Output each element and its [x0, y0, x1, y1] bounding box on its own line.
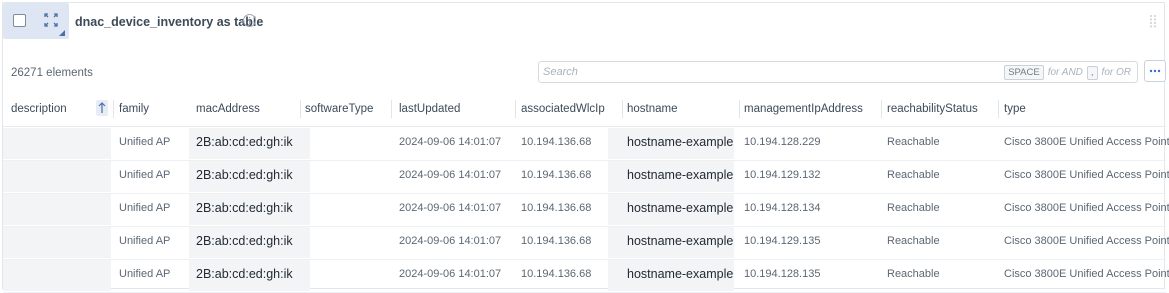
cell-associatedwlcip: 10.194.136.68	[521, 136, 592, 148]
cell-family: Unified AP	[119, 202, 171, 214]
cell-reachabilitystatus: Reachable	[887, 169, 940, 181]
cell-reachabilitystatus: Reachable	[887, 136, 940, 148]
cell-associatedwlcip: 10.194.136.68	[521, 235, 592, 247]
and-hint-text: for AND	[1047, 67, 1083, 78]
cell-managementipaddress: 10.194.129.132	[744, 169, 821, 181]
cell-lastupdated: 2024-09-06 14:01:07	[399, 268, 502, 280]
column-separator[interactable]	[998, 100, 999, 118]
column-separator[interactable]	[622, 100, 623, 118]
info-icon[interactable]	[242, 13, 257, 28]
cell-shade	[3, 194, 111, 225]
header-tools	[3, 3, 69, 39]
table-widget: dnac_device_inventory as table 26271 ele…	[2, 2, 1169, 293]
cell-hostname: hostname-example	[627, 267, 734, 281]
cell-macaddress: 2B:ab:cd:ed:gh:ik	[196, 135, 293, 149]
cell-family: Unified AP	[119, 169, 171, 181]
cell-shade	[3, 260, 111, 291]
or-hint-text: for OR	[1101, 67, 1131, 78]
cell-shade	[3, 161, 111, 192]
expand-icon[interactable]	[43, 12, 59, 28]
column-header-managementipaddress[interactable]: managementIpAddress	[744, 103, 863, 115]
widget-header: dnac_device_inventory as table	[3, 3, 1164, 39]
search-hint: SPACE for AND , for OR	[1004, 65, 1131, 80]
table-header: description family macAddress softwareType l…	[3, 92, 1166, 127]
cell-type: Cisco 3800E Unified Access Point	[1004, 136, 1169, 148]
column-separator[interactable]	[515, 100, 516, 118]
table-row[interactable]: Unified AP 2B:ab:cd:ed:gh:ik 2024-09-06 14…	[3, 127, 1169, 161]
space-key-hint: SPACE	[1004, 65, 1044, 80]
cell-managementipaddress: 10.194.128.134	[744, 202, 821, 214]
cell-hostname: hostname-example	[627, 168, 734, 182]
column-separator[interactable]	[391, 100, 392, 118]
select-checkbox[interactable]	[13, 14, 26, 27]
column-header-hostname[interactable]: hostname	[627, 103, 678, 115]
column-header-associatedwlcip[interactable]: associatedWlcIp	[521, 103, 605, 115]
cell-hostname: hostname-example	[627, 201, 734, 215]
more-dots-icon	[1149, 69, 1161, 73]
widget-title: dnac_device_inventory as table	[75, 15, 264, 29]
column-header-lastupdated[interactable]: lastUpdated	[399, 103, 460, 115]
cell-lastupdated: 2024-09-06 14:01:07	[399, 169, 502, 181]
cell-reachabilitystatus: Reachable	[887, 268, 940, 280]
cell-family: Unified AP	[119, 136, 171, 148]
column-separator[interactable]	[113, 100, 114, 118]
element-count: 26271 elements	[11, 67, 93, 79]
column-header-description[interactable]: description	[11, 103, 67, 115]
table-row[interactable]: Unified AP 2B:ab:cd:ed:gh:ik 2024-09-06 14…	[3, 160, 1169, 194]
column-separator[interactable]	[881, 100, 882, 118]
table-row[interactable]: Unified AP 2B:ab:cd:ed:gh:ik 2024-09-06 14…	[3, 226, 1169, 260]
cell-macaddress: 2B:ab:cd:ed:gh:ik	[196, 201, 293, 215]
cell-lastupdated: 2024-09-06 14:01:07	[399, 202, 502, 214]
column-header-type[interactable]: type	[1004, 103, 1026, 115]
table-row[interactable]: Unified AP 2B:ab:cd:ed:gh:ik 2024-09-06 14…	[3, 193, 1169, 227]
cell-family: Unified AP	[119, 235, 171, 247]
column-header-softwaretype[interactable]: softwareType	[305, 103, 373, 115]
cell-type: Cisco 3800E Unified Access Point	[1004, 169, 1169, 181]
more-options-button[interactable]	[1144, 60, 1166, 82]
cell-type: Cisco 3800E Unified Access Point	[1004, 235, 1169, 247]
cell-reachabilitystatus: Reachable	[887, 202, 940, 214]
column-header-family[interactable]: family	[119, 103, 149, 115]
search-box[interactable]: SPACE for AND , for OR	[538, 61, 1138, 83]
cell-shade	[3, 128, 111, 159]
cell-macaddress: 2B:ab:cd:ed:gh:ik	[196, 267, 293, 281]
sort-ascending-icon[interactable]	[96, 100, 108, 116]
column-separator[interactable]	[739, 100, 740, 118]
cell-macaddress: 2B:ab:cd:ed:gh:ik	[196, 234, 293, 248]
cell-shade	[3, 227, 111, 258]
search-input[interactable]	[543, 64, 983, 80]
cell-hostname: hostname-example	[627, 234, 734, 248]
cell-reachabilitystatus: Reachable	[887, 235, 940, 247]
cell-lastupdated: 2024-09-06 14:01:07	[399, 235, 502, 247]
cell-associatedwlcip: 10.194.136.68	[521, 202, 592, 214]
cell-type: Cisco 3800E Unified Access Point	[1004, 268, 1169, 280]
cell-managementipaddress: 10.194.128.229	[744, 136, 821, 148]
resize-corner-icon	[59, 30, 65, 36]
column-header-reachabilitystatus[interactable]: reachabilityStatus	[887, 103, 978, 115]
comma-key-hint: ,	[1086, 65, 1098, 80]
cell-managementipaddress: 10.194.129.135	[744, 235, 821, 247]
cell-type: Cisco 3800E Unified Access Point	[1004, 202, 1169, 214]
cell-associatedwlcip: 10.194.136.68	[521, 268, 592, 280]
cell-associatedwlcip: 10.194.136.68	[521, 169, 592, 181]
column-header-macaddress[interactable]: macAddress	[196, 103, 260, 115]
column-separator[interactable]	[300, 100, 301, 118]
cell-managementipaddress: 10.194.128.135	[744, 268, 821, 280]
drag-handle-icon[interactable]	[1148, 14, 1158, 28]
cell-macaddress: 2B:ab:cd:ed:gh:ik	[196, 168, 293, 182]
cell-hostname: hostname-example	[627, 135, 734, 149]
cell-lastupdated: 2024-09-06 14:01:07	[399, 136, 502, 148]
cell-family: Unified AP	[119, 268, 171, 280]
table-row[interactable]: Unified AP 2B:ab:cd:ed:gh:ik 2024-09-06 14…	[3, 259, 1169, 293]
